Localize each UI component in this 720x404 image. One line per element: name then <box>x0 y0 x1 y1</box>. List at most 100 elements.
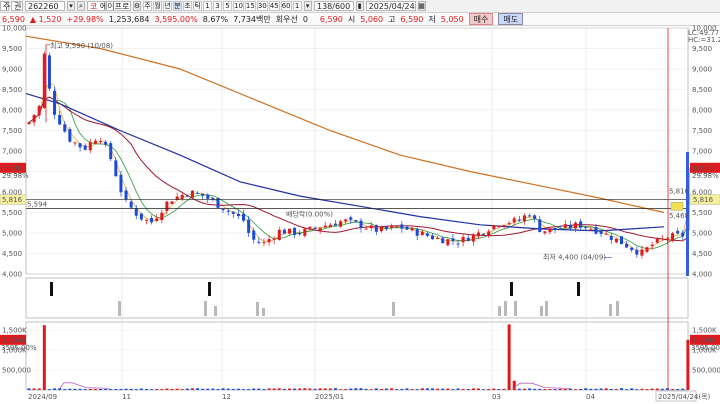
x-tick-label: 12 <box>222 393 231 401</box>
candle-body <box>420 231 424 236</box>
signal-mark <box>208 282 211 296</box>
volume-bar <box>385 388 389 390</box>
candle-body <box>27 122 31 125</box>
volume-bar <box>83 389 87 390</box>
candle-body <box>461 236 465 243</box>
candle-body <box>487 231 491 236</box>
right-line-text: 5,816 <box>693 196 714 204</box>
volume-bar <box>206 388 210 390</box>
candle-body <box>93 140 97 144</box>
volume-bar <box>242 389 246 390</box>
volume-bar <box>354 388 358 390</box>
candle-body <box>660 238 664 240</box>
candle-body <box>619 236 623 245</box>
right-top-annotation: 5,816 <box>669 188 690 196</box>
candle-body <box>635 249 639 255</box>
candle-body <box>568 224 572 229</box>
candle-body <box>558 228 562 230</box>
volume-bar <box>630 388 634 390</box>
ma60-line <box>28 96 689 242</box>
volume-bar <box>318 388 322 390</box>
candle-body <box>579 221 583 228</box>
candle-body <box>665 238 669 240</box>
volume-bar <box>231 388 235 390</box>
volume-bar <box>528 388 532 390</box>
price-tick-right: 7,500 <box>692 127 712 135</box>
volume-bar <box>58 388 62 390</box>
volume-bar <box>93 388 97 390</box>
volume-bar <box>262 389 266 390</box>
candle-body <box>425 233 429 236</box>
volume-bar <box>543 389 547 390</box>
volume-bar <box>446 388 450 390</box>
candle-body <box>180 194 184 199</box>
volume-bar <box>461 389 465 390</box>
volume-bar <box>42 325 46 390</box>
volume-tick-right: 1,500K <box>692 327 717 335</box>
volume-bar <box>114 389 118 390</box>
volume-bar <box>68 388 72 390</box>
volume-bar <box>538 388 542 390</box>
ma120-line <box>25 93 665 232</box>
candle-body <box>144 219 148 221</box>
signal-gray-bar <box>118 301 121 316</box>
volume-bar <box>298 388 302 390</box>
candle-body <box>206 194 210 199</box>
signal-mark <box>510 282 513 296</box>
volume-bar <box>482 389 486 390</box>
price-tick-right: 9,000 <box>692 66 712 74</box>
volume-bar <box>594 388 598 390</box>
candle-body <box>609 236 613 240</box>
volume-bar <box>471 388 475 390</box>
candle-body <box>201 193 205 196</box>
volume-bar <box>558 388 562 390</box>
candle-body <box>359 220 363 229</box>
volume-bar <box>73 388 77 390</box>
candle-body <box>640 249 644 256</box>
volume-bar <box>619 388 623 390</box>
candle-body <box>42 53 46 109</box>
volume-bar <box>563 388 567 390</box>
volume-bar <box>487 388 491 390</box>
volume-bar <box>369 389 373 390</box>
candle-body <box>446 239 450 246</box>
volume-tick-left: 500,000 <box>2 367 31 375</box>
candle-body <box>236 213 240 217</box>
volume-bar <box>134 389 138 390</box>
candle-body <box>99 141 103 143</box>
volume-bar <box>671 389 675 390</box>
candle-body <box>390 225 394 228</box>
left-volume-pct: 3595.00% <box>1 344 37 352</box>
volume-bar <box>589 388 593 390</box>
volume-bar <box>579 388 583 390</box>
candle-body <box>349 217 353 220</box>
cursor-marker <box>670 202 684 211</box>
candle-body <box>630 247 634 251</box>
candle-body <box>436 238 440 240</box>
candle-body <box>354 220 358 222</box>
candle-body <box>303 228 307 236</box>
price-tick-right: 4,000 <box>692 271 712 279</box>
volume-bar <box>400 388 404 390</box>
stock-chart[interactable]: 10,000 10,0009,500 9,5009,000 9,0008,500 8,5… <box>0 0 720 404</box>
signal-mark <box>50 282 53 296</box>
volume-bar <box>216 389 220 390</box>
volume-panel-border <box>25 321 689 391</box>
volume-bar <box>436 388 440 390</box>
volume-bar <box>236 388 240 390</box>
volume-bar <box>379 388 383 390</box>
price-tick-left: 7,500 <box>2 127 22 135</box>
volume-bar <box>124 388 128 390</box>
price-tick-right: 7,000 <box>692 148 712 156</box>
price-tick-right: 5,000 <box>692 230 712 238</box>
volume-bar <box>313 388 317 390</box>
candle-body <box>231 211 235 214</box>
signal-gray-bar <box>514 301 517 316</box>
volume-bar <box>676 389 680 390</box>
candle-body <box>267 239 271 243</box>
candle-body <box>328 224 332 227</box>
candle-body <box>507 223 511 225</box>
candle-body <box>313 227 317 229</box>
volume-bar <box>190 388 194 390</box>
signal-gray-bar <box>540 306 543 316</box>
